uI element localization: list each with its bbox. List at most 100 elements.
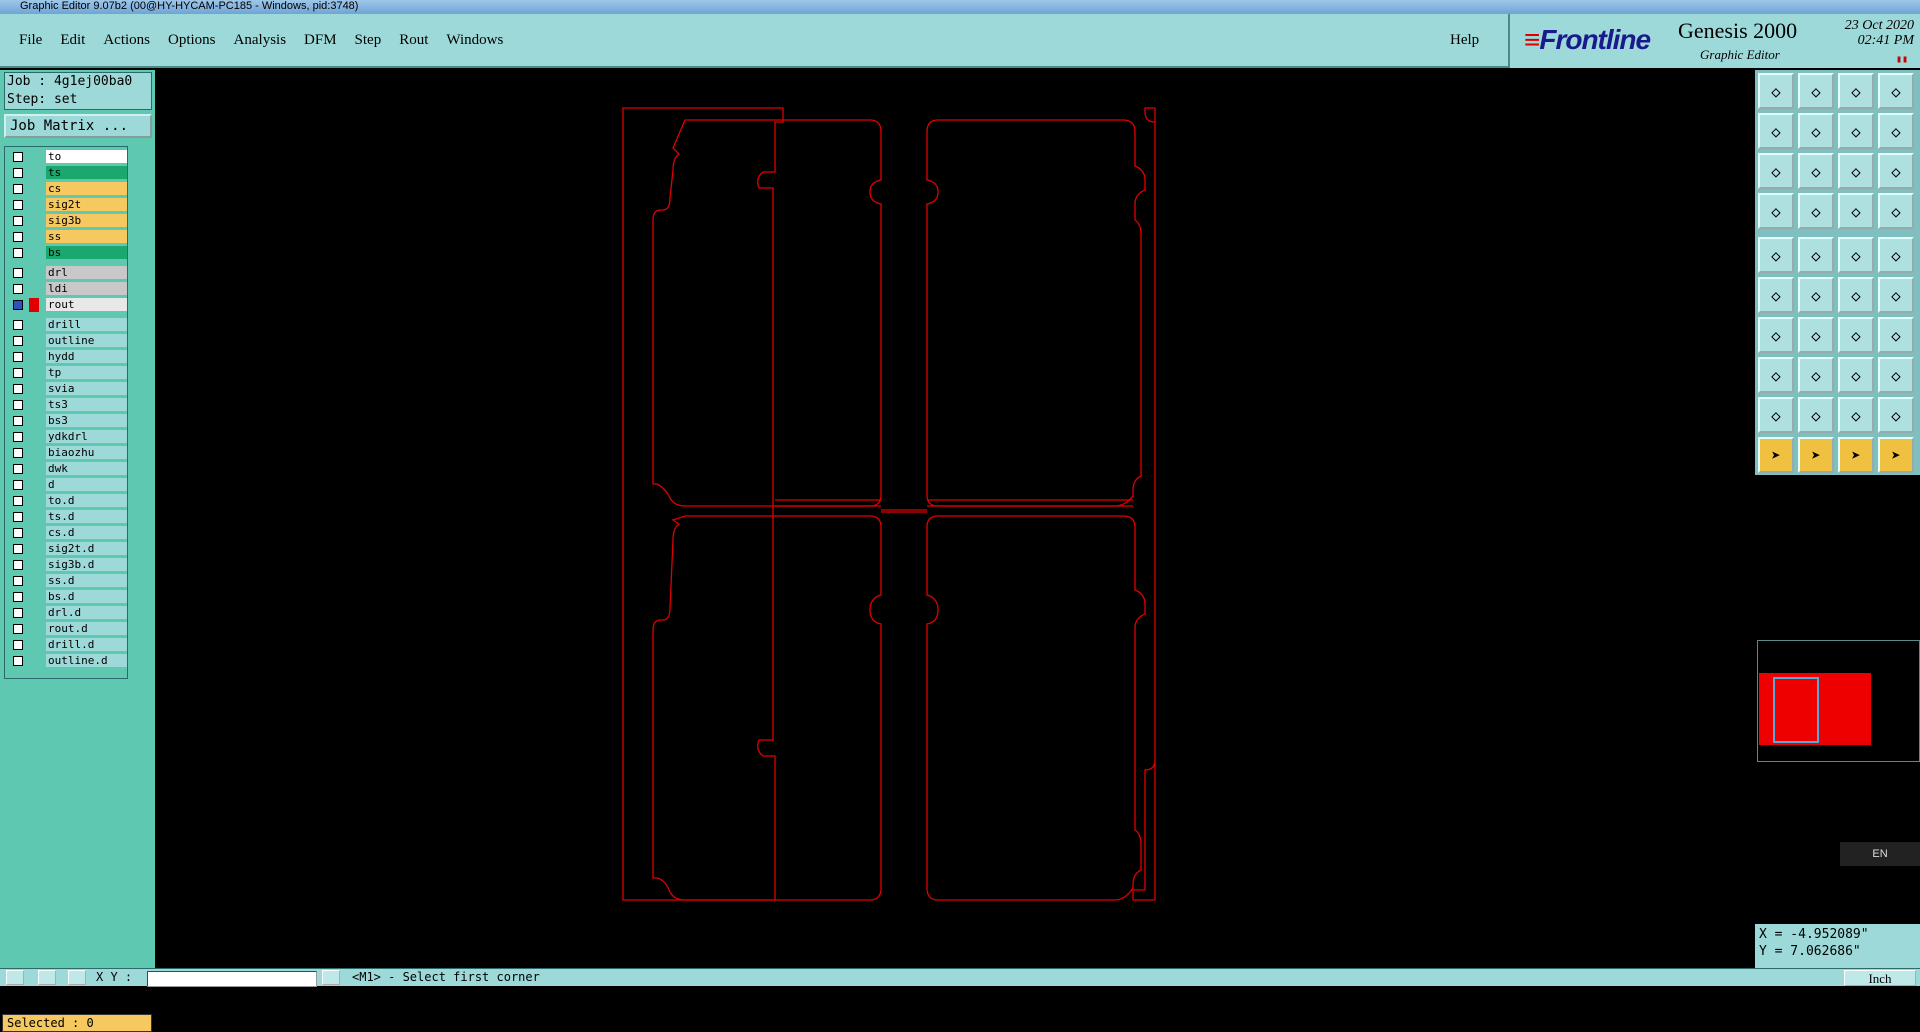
- layer-name[interactable]: biaozhu: [46, 446, 127, 459]
- tool-pan-right-button[interactable]: ◇: [1798, 113, 1834, 149]
- layer-row-rout.d[interactable]: rout.d: [9, 622, 127, 636]
- job-matrix-button[interactable]: Job Matrix ...: [4, 114, 152, 138]
- tool-flip-button[interactable]: ◇: [1878, 317, 1914, 353]
- layer-name[interactable]: ts: [46, 166, 127, 179]
- tool-measure-button[interactable]: ◇: [1838, 357, 1874, 393]
- layer-row-dwk[interactable]: dwk: [9, 462, 127, 476]
- tool-arch-button[interactable]: ◇: [1838, 397, 1874, 433]
- layer-checkbox[interactable]: [13, 528, 23, 538]
- layer-row-sig3b[interactable]: sig3b: [9, 214, 127, 228]
- layer-name[interactable]: drill: [46, 318, 127, 331]
- layer-color-swatch[interactable]: [29, 622, 39, 636]
- layer-color-swatch[interactable]: [29, 182, 39, 196]
- layer-row-to.d[interactable]: to.d: [9, 494, 127, 508]
- layer-checkbox[interactable]: [13, 432, 23, 442]
- layer-color-swatch[interactable]: [29, 558, 39, 572]
- layer-row-bs.d[interactable]: bs.d: [9, 590, 127, 604]
- layer-name[interactable]: ss: [46, 230, 127, 243]
- menu-edit[interactable]: Edit: [51, 32, 94, 49]
- layer-row-ts.d[interactable]: ts.d: [9, 510, 127, 524]
- layer-color-swatch[interactable]: [29, 334, 39, 348]
- tool-home-in-button[interactable]: ◇: [1798, 73, 1834, 109]
- ime-indicator[interactable]: EN: [1840, 842, 1920, 866]
- layer-name[interactable]: to: [46, 150, 127, 163]
- layer-checkbox[interactable]: [13, 448, 23, 458]
- tool-pan-left-button[interactable]: ◇: [1758, 113, 1794, 149]
- layer-checkbox[interactable]: [13, 384, 23, 394]
- layer-row-tp[interactable]: tp: [9, 366, 127, 380]
- tool-ruler-button[interactable]: ◇: [1838, 237, 1874, 273]
- layer-color-swatch[interactable]: [29, 350, 39, 364]
- tool-dot-button[interactable]: ◇: [1878, 237, 1914, 273]
- layer-row-ss.d[interactable]: ss.d: [9, 574, 127, 588]
- layer-color-swatch[interactable]: [29, 446, 39, 460]
- layer-name[interactable]: svia: [46, 382, 127, 395]
- layer-row-svia[interactable]: svia: [9, 382, 127, 396]
- layer-row-rout[interactable]: rout: [9, 298, 127, 312]
- layer-name[interactable]: rout: [46, 298, 127, 311]
- layer-name[interactable]: sig2t.d: [46, 542, 127, 555]
- layer-checkbox[interactable]: [13, 232, 23, 242]
- tool-minus-button[interactable]: ◇: [1798, 357, 1834, 393]
- layer-name[interactable]: drill.d: [46, 638, 127, 651]
- layer-row-sig3b.d[interactable]: sig3b.d: [9, 558, 127, 572]
- layer-color-swatch[interactable]: [29, 214, 39, 228]
- layer-color-swatch[interactable]: [29, 266, 39, 280]
- layer-name[interactable]: rout.d: [46, 622, 127, 635]
- layer-checkbox[interactable]: [13, 416, 23, 426]
- layer-checkbox[interactable]: [13, 300, 23, 310]
- tool-board-view-button[interactable]: ◇: [1798, 237, 1834, 273]
- layer-color-swatch[interactable]: [29, 318, 39, 332]
- layer-color-swatch[interactable]: [29, 478, 39, 492]
- tool-snap-red-button[interactable]: ◇: [1838, 193, 1874, 229]
- tool-settings-button[interactable]: ◇: [1758, 193, 1794, 229]
- tool-pointer3-button[interactable]: ➤: [1838, 437, 1874, 473]
- layer-checkbox[interactable]: [13, 624, 23, 634]
- layer-checkbox[interactable]: [13, 368, 23, 378]
- layer-row-ts[interactable]: ts: [9, 166, 127, 180]
- layer-checkbox[interactable]: [13, 576, 23, 586]
- layer-row-cs[interactable]: cs: [9, 182, 127, 196]
- tool-home-out-button[interactable]: ◇: [1758, 73, 1794, 109]
- layer-name[interactable]: tp: [46, 366, 127, 379]
- units-select[interactable]: Inch: [1844, 970, 1916, 986]
- layer-name[interactable]: ss.d: [46, 574, 127, 587]
- layer-color-swatch[interactable]: [29, 606, 39, 620]
- layer-name[interactable]: hydd: [46, 350, 127, 363]
- layer-name[interactable]: outline.d: [46, 654, 127, 667]
- layer-color-swatch[interactable]: [29, 166, 39, 180]
- layer-checkbox[interactable]: [13, 512, 23, 522]
- layer-name[interactable]: cs: [46, 182, 127, 195]
- layer-name[interactable]: outline: [46, 334, 127, 347]
- layer-row-ss[interactable]: ss: [9, 230, 127, 244]
- layer-color-swatch[interactable]: [29, 282, 39, 296]
- layer-checkbox[interactable]: [13, 544, 23, 554]
- layer-name[interactable]: sig2t: [46, 198, 127, 211]
- layer-checkbox[interactable]: [13, 248, 23, 258]
- tool-link-button[interactable]: ◇: [1758, 277, 1794, 313]
- layer-name[interactable]: ldi: [46, 282, 127, 295]
- layer-checkbox[interactable]: [13, 352, 23, 362]
- tool-grid-button[interactable]: ◇: [1798, 193, 1834, 229]
- layer-checkbox[interactable]: [13, 168, 23, 178]
- layer-color-swatch[interactable]: [29, 230, 39, 244]
- tool-arc-button[interactable]: ◇: [1838, 317, 1874, 353]
- tool-pointer4-button[interactable]: ➤: [1878, 437, 1914, 473]
- layer-row-hydd[interactable]: hydd: [9, 350, 127, 364]
- tool-pad-blue-button[interactable]: ◇: [1878, 357, 1914, 393]
- layer-row-ldi[interactable]: ldi: [9, 282, 127, 296]
- tool-line-button[interactable]: ◇: [1798, 317, 1834, 353]
- menu-analysis[interactable]: Analysis: [225, 32, 296, 49]
- layer-name[interactable]: ydkdrl: [46, 430, 127, 443]
- layer-row-drl[interactable]: drl: [9, 266, 127, 280]
- layer-name[interactable]: sig3b.d: [46, 558, 127, 571]
- menu-windows[interactable]: Windows: [437, 32, 512, 49]
- layer-row-drill.d[interactable]: drill.d: [9, 638, 127, 652]
- layer-color-swatch[interactable]: [29, 494, 39, 508]
- layer-row-sig2t.d[interactable]: sig2t.d: [9, 542, 127, 556]
- layer-row-outline[interactable]: outline: [9, 334, 127, 348]
- layer-checkbox[interactable]: [13, 496, 23, 506]
- layer-color-swatch[interactable]: [29, 510, 39, 524]
- xy-input[interactable]: [147, 971, 317, 987]
- tool-arch2-button[interactable]: ◇: [1878, 397, 1914, 433]
